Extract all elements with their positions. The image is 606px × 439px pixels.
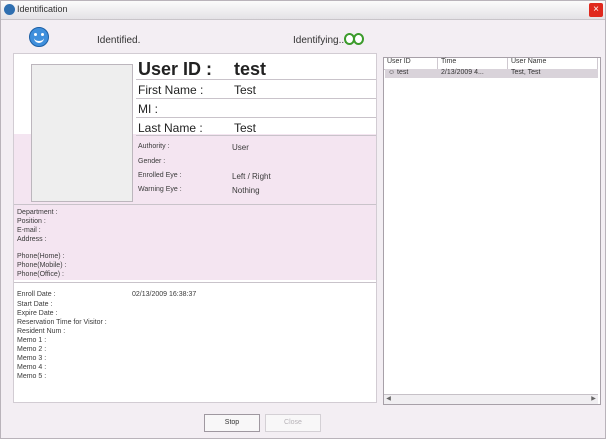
first-name-value: Test [234,83,257,97]
expire-date-label: Expire Date : [17,310,58,317]
last-name-label: Last Name : [138,121,203,135]
last-name-value: Test [234,121,257,135]
eye-scan-icon [344,31,364,45]
window-title: Identification [17,4,68,14]
phone-mobile-label: Phone(Mobile) : [17,262,67,269]
memo4-label: Memo 4 : [17,364,47,371]
app-icon [4,4,15,15]
user-id-label: User ID : [138,59,213,79]
mi-label: MI : [138,102,158,116]
enroll-date-label: Enroll Date : [17,291,56,298]
close-window-button[interactable]: × [589,3,603,17]
column-header-time[interactable]: Time [438,58,508,69]
log-user-id: test [397,69,409,76]
smiley-icon [29,27,49,47]
identifying-status: Identifying... [293,35,347,46]
memo5-label: Memo 5 : [17,373,47,380]
identification-window: Identification × Identified. Identifying… [0,0,606,439]
position-label: Position : [17,218,46,225]
user-info-panel: User ID : test First Name : Test MI : La… [13,53,377,403]
status-bar: Identified. Identifying... [13,23,375,55]
identified-status: Identified. [97,35,141,46]
address-label: Address : [17,236,47,243]
close-button[interactable]: Close [265,414,321,432]
user-photo [31,64,133,202]
first-name-label: First Name : [138,83,204,97]
user-icon: ☺ [388,69,396,76]
enroll-date-value: 02/13/2009 16:38:37 [132,291,197,298]
start-date-label: Start Date : [17,301,53,308]
email-label: E-mail : [17,227,41,234]
authority-value: User [232,143,249,152]
log-user-name: Test, Test [511,69,541,76]
scroll-left-icon[interactable]: ◀ [385,396,392,403]
memo2-label: Memo 2 : [17,346,47,353]
log-row[interactable]: ☺ test 2/13/2009 4... Test, Test [385,69,598,78]
identification-log-list[interactable]: User ID Time User Name ☺ test 2/13/2009 … [383,57,601,405]
memo3-label: Memo 3 : [17,355,47,362]
title-bar: Identification × [1,1,605,20]
warning-eye-label: Warning Eye : [138,186,182,193]
warning-eye-value: Nothing [232,186,260,195]
memo1-label: Memo 1 : [17,337,47,344]
user-id-value: test [234,59,267,79]
enrolled-eye-value: Left / Right [232,172,271,181]
department-label: Department : [17,209,58,216]
log-time: 2/13/2009 4... [441,69,484,76]
phone-office-label: Phone(Office) : [17,271,64,278]
phone-home-label: Phone(Home) : [17,253,65,260]
enrolled-eye-label: Enrolled Eye : [138,172,182,179]
column-header-user-id[interactable]: User ID [384,58,438,69]
resident-num-label: Resident Num : [17,328,66,335]
column-header-user-name[interactable]: User Name [508,58,598,69]
stop-button[interactable]: Stop [204,414,260,432]
authority-label: Authority : [138,143,170,150]
gender-label: Gender : [138,158,166,165]
scroll-right-icon[interactable]: ▶ [590,396,597,403]
reservation-time-label: Reservation Time for Visitor : [17,319,107,326]
horizontal-scrollbar[interactable]: ◀ ▶ [384,394,598,404]
